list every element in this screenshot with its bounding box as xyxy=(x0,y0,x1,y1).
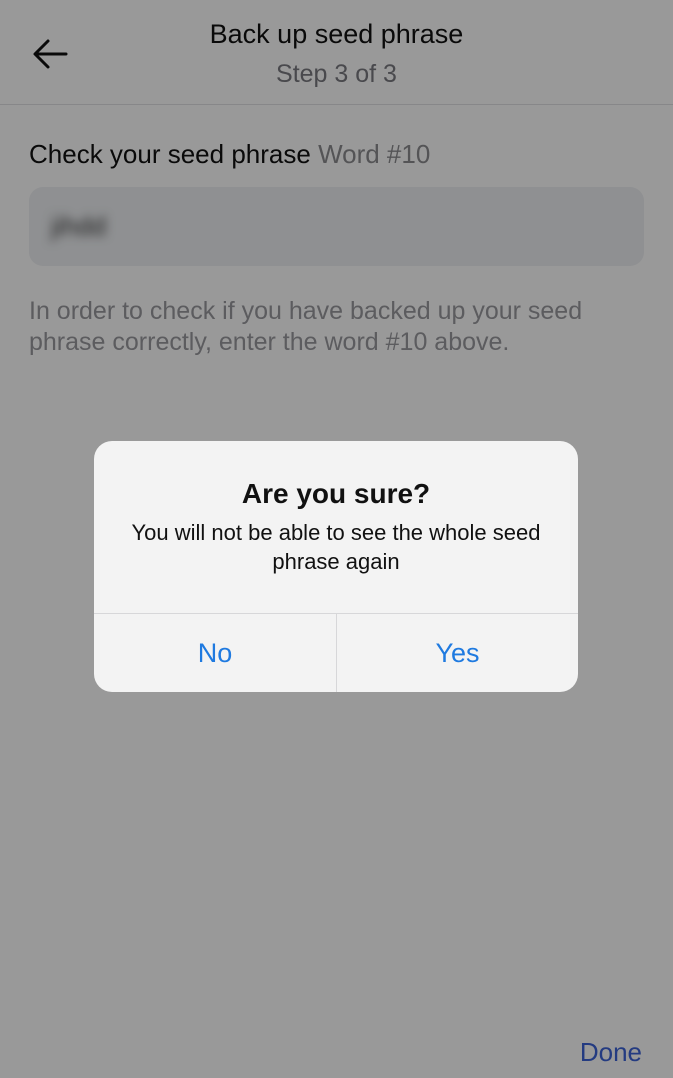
confirm-dialog: Are you sure? You will not be able to se… xyxy=(94,441,578,692)
dialog-title: Are you sure? xyxy=(241,478,431,509)
yes-button[interactable]: Yes xyxy=(337,614,578,692)
dialog-message: You will not be able to see the whole se… xyxy=(131,520,541,574)
no-button[interactable]: No xyxy=(94,614,336,692)
